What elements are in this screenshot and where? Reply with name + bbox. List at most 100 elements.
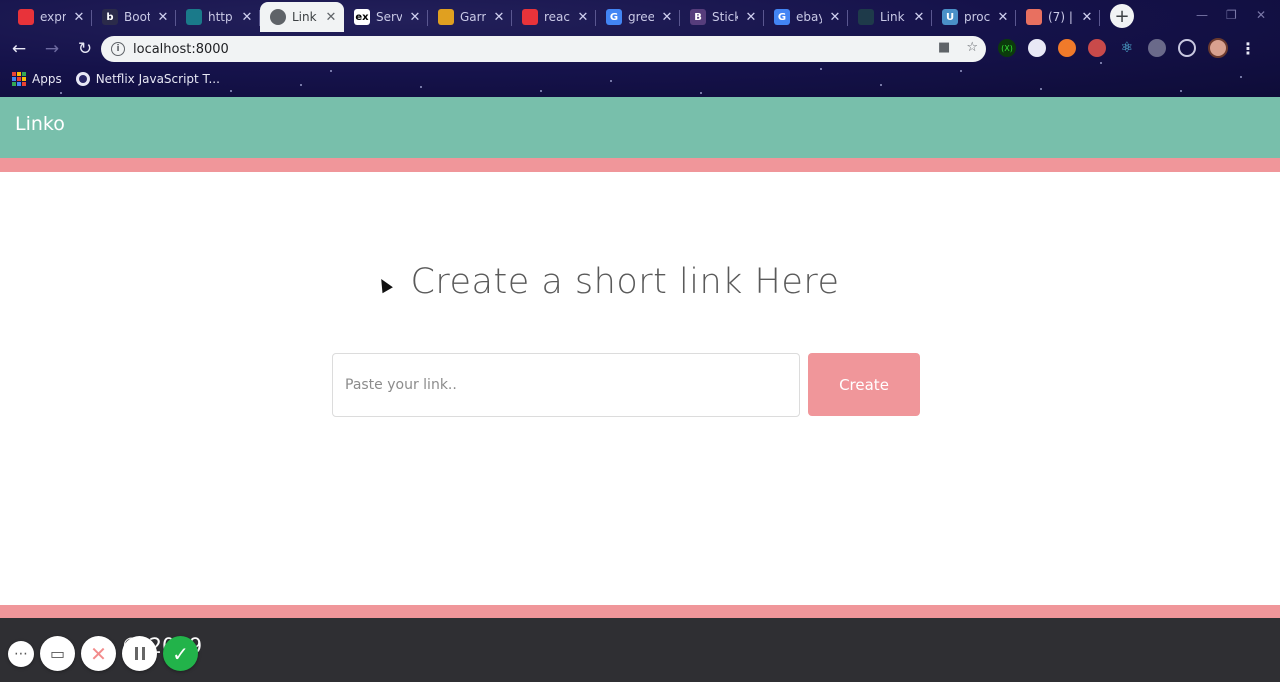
tab-icon-ex: ex xyxy=(354,9,370,25)
bookmark-netflix-javascript[interactable]: Netflix JavaScript T... xyxy=(75,72,220,86)
star-icon[interactable]: ☆ xyxy=(966,40,978,55)
profile-avatar[interactable] xyxy=(1208,38,1228,58)
tab-close-icon[interactable]: ✕ xyxy=(492,10,506,25)
globe-icon xyxy=(75,72,90,86)
menu-dots-icon[interactable]: ⋮ xyxy=(1240,39,1256,58)
bookmarks-bar: Apps Netflix JavaScript T... xyxy=(0,66,1280,92)
browser-tab[interactable]: Gebay ✕ xyxy=(764,2,848,32)
close-icon: ✕ xyxy=(90,641,107,666)
tab-title: ebay xyxy=(796,10,822,24)
tab-title: proc xyxy=(964,10,990,24)
tab-close-icon[interactable]: ✕ xyxy=(996,10,1010,25)
tab-icon-red-square xyxy=(522,9,538,25)
tab-title: expr xyxy=(40,10,66,24)
minimize-icon[interactable]: — xyxy=(1196,8,1208,22)
page-headline: Create a short link Here xyxy=(410,262,840,302)
bookmark-apps-label: Apps xyxy=(32,72,62,86)
tab-title: Stick xyxy=(712,10,738,24)
tab-close-icon[interactable]: ✕ xyxy=(660,10,674,25)
extension-ring-icon[interactable] xyxy=(1178,39,1196,57)
reload-icon: ↻ xyxy=(77,39,93,59)
bookmark-apps[interactable]: Apps xyxy=(12,72,62,86)
recorder-finish-button[interactable]: ✓ xyxy=(163,636,198,671)
extensions-area: (X) ⚛ ⋮ xyxy=(998,38,1256,58)
tab-icon-google: G xyxy=(606,9,622,25)
browser-tab[interactable]: Uproc ✕ xyxy=(932,2,1016,32)
accent-divider-bottom xyxy=(0,605,1280,618)
more-dots-icon: ⋯ xyxy=(14,645,28,662)
extension-xpath-icon[interactable]: (X) xyxy=(998,39,1016,57)
react-devtools-icon[interactable]: ⚛ xyxy=(1118,39,1136,57)
tab-icon-spiral xyxy=(1026,9,1042,25)
check-icon: ✓ xyxy=(172,641,189,666)
tab-title: Link xyxy=(880,10,905,24)
browser-tab[interactable]: (7) | ✕ xyxy=(1016,2,1100,32)
recorder-pause-button[interactable] xyxy=(122,636,157,671)
tab-close-icon[interactable]: ✕ xyxy=(744,10,758,25)
extension-red-icon[interactable] xyxy=(1088,39,1106,57)
tab-title: Link xyxy=(292,10,317,24)
create-button[interactable]: Create xyxy=(808,353,920,416)
address-bar[interactable]: i localhost:8000 ■ ☆ xyxy=(101,36,986,62)
tab-title: Garr xyxy=(460,10,486,24)
bookmark-netflix-label: Netflix JavaScript T... xyxy=(95,72,220,86)
tab-icon-b: b xyxy=(102,9,118,25)
browser-tab[interactable]: Link ✕ xyxy=(848,2,932,32)
tab-close-icon[interactable]: ✕ xyxy=(576,10,590,25)
extension-circle-icon[interactable] xyxy=(1028,39,1046,57)
accent-divider-top xyxy=(0,158,1280,172)
tab-title: reac xyxy=(544,10,570,24)
browser-tab[interactable]: reac ✕ xyxy=(512,2,596,32)
recorder-cancel-button[interactable]: ✕ xyxy=(81,636,116,671)
screen-recorder-controls: ⋯ ▭ ✕ ✓ xyxy=(8,636,198,671)
apps-grid-icon xyxy=(12,72,26,86)
url-text: localhost:8000 xyxy=(133,41,229,57)
tab-title: (7) | xyxy=(1048,10,1073,24)
browser-tab[interactable]: B Stick ✕ xyxy=(680,2,764,32)
info-icon[interactable]: i xyxy=(111,42,125,56)
site-navbar: Linko xyxy=(0,97,1280,158)
tab-close-icon[interactable]: ✕ xyxy=(72,10,86,25)
new-tab-button[interactable]: + xyxy=(1110,4,1134,28)
extension-orange-icon[interactable] xyxy=(1058,39,1076,57)
tab-title: Serv xyxy=(376,10,402,24)
tab-title: gree xyxy=(628,10,654,24)
browser-tab[interactable]: ex Serv ✕ xyxy=(344,2,428,32)
pause-icon xyxy=(134,647,145,660)
camera-icon[interactable]: ■ xyxy=(938,40,950,55)
link-input[interactable] xyxy=(332,353,800,417)
back-button[interactable]: ← xyxy=(5,35,33,63)
close-window-icon[interactable]: ✕ xyxy=(1256,8,1266,22)
recorder-webcam-button[interactable]: ▭ xyxy=(40,636,75,671)
maximize-icon[interactable]: ❐ xyxy=(1226,8,1237,22)
browser-chrome: expr ✕ b Boot ✕ http ✕ Link ✕ ex Serv ✕ Garr ✕ reac ✕ Gg… xyxy=(0,0,1280,97)
tab-close-icon[interactable]: ✕ xyxy=(912,10,926,25)
tab-icon-red-square xyxy=(18,9,34,25)
recorder-more-button[interactable]: ⋯ xyxy=(8,640,34,667)
tab-icon-bootstrap: B xyxy=(690,9,706,25)
extension-hexagon-icon[interactable] xyxy=(1148,39,1166,57)
browser-tab[interactable]: Ggree ✕ xyxy=(596,2,680,32)
browser-tab[interactable]: expr ✕ xyxy=(8,2,92,32)
tab-close-icon[interactable]: ✕ xyxy=(156,10,170,25)
browser-tab[interactable]: Garr ✕ xyxy=(428,2,512,32)
arrow-left-icon: ← xyxy=(11,39,27,59)
tab-close-icon[interactable]: ✕ xyxy=(828,10,842,25)
tab-close-icon[interactable]: ✕ xyxy=(324,10,338,25)
brand-logo-link[interactable]: Linko xyxy=(15,113,65,135)
arrow-right-icon: → xyxy=(44,39,60,59)
tab-icon-google: G xyxy=(774,9,790,25)
browser-tab[interactable]: http ✕ xyxy=(176,2,260,32)
webcam-icon: ▭ xyxy=(49,644,66,663)
tab-icon-react xyxy=(858,9,874,25)
tab-icon-globe xyxy=(270,9,286,25)
tab-close-icon[interactable]: ✕ xyxy=(408,10,422,25)
reload-button[interactable]: ↻ xyxy=(71,35,99,63)
browser-tab[interactable]: Link ✕ xyxy=(260,2,344,32)
tab-icon-grid xyxy=(186,9,202,25)
browser-tab[interactable]: b Boot ✕ xyxy=(92,2,176,32)
forward-button[interactable]: → xyxy=(38,35,66,63)
tab-close-icon[interactable]: ✕ xyxy=(1080,10,1094,25)
tab-icon-udemy: U xyxy=(942,9,958,25)
tab-close-icon[interactable]: ✕ xyxy=(240,10,254,25)
